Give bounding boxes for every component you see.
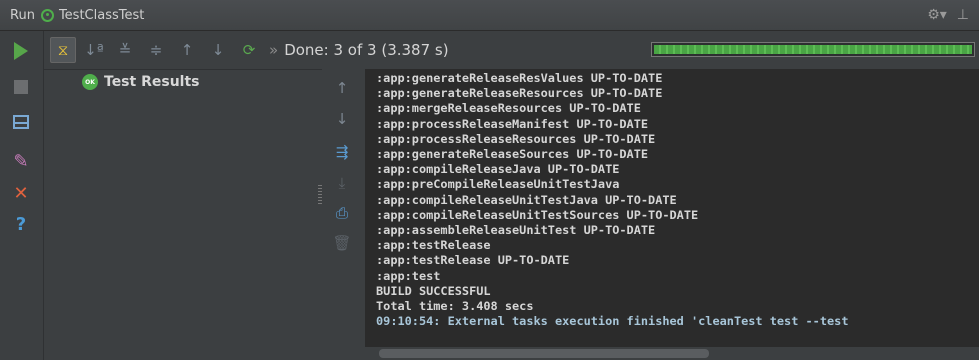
sort-alpha-button[interactable]: ↓ª xyxy=(81,37,107,63)
console-line: :app:generateReleaseResources UP-TO-DATE xyxy=(376,86,663,101)
next-failed-button[interactable]: ↓ xyxy=(205,37,231,63)
scroll-down-button[interactable]: ↓ xyxy=(332,109,352,129)
print-button[interactable]: ⎙ xyxy=(332,203,352,223)
console-line: :app:mergeReleaseResources UP-TO-DATE xyxy=(376,101,641,116)
soft-wrap-button[interactable]: ⇶ xyxy=(332,142,352,162)
refresh-icon: ⟳ xyxy=(242,41,256,59)
console-line: :app:processReleaseManifest UP-TO-DATE xyxy=(376,116,649,131)
show-passed-button[interactable]: ⧖ xyxy=(50,37,76,63)
run-config-name[interactable]: TestClassTest xyxy=(59,8,144,23)
test-config-icon xyxy=(40,8,54,22)
console-line: :app:testRelease xyxy=(376,238,491,253)
help-button[interactable]: ? xyxy=(10,213,32,235)
print-icon: ⎙ xyxy=(335,204,348,222)
arrow-down-icon: ↓ xyxy=(211,41,225,59)
soft-wrap-icon: ⇶ xyxy=(335,143,349,161)
close-button[interactable]: ✕ xyxy=(10,182,32,204)
hide-panel-icon[interactable]: ⊥ xyxy=(957,7,969,23)
horizontal-scrollbar[interactable] xyxy=(365,347,979,360)
sort-alpha-icon: ↓ª xyxy=(84,41,104,59)
arrow-up-icon: ↑ xyxy=(335,79,349,97)
console-line: :app:testRelease UP-TO-DATE xyxy=(376,253,570,268)
console-line: :app:generateReleaseSources UP-TO-DATE xyxy=(376,147,649,162)
test-status-text: Done: 3 of 3 (3.387 s) xyxy=(284,41,449,59)
console-line: :app:generateReleaseResValues UP-TO-DATE xyxy=(376,71,663,85)
trash-icon: 🗑 xyxy=(332,234,352,252)
close-icon: ✕ xyxy=(13,182,29,204)
arrow-up-icon: ↑ xyxy=(180,41,194,59)
console-line: :app:test xyxy=(376,268,441,283)
layout-button[interactable] xyxy=(10,111,32,133)
gear-icon[interactable]: ⚙▾ xyxy=(927,7,947,23)
tree-item-label: Test Results xyxy=(104,74,200,90)
console-line: :app:compileReleaseUnitTestJava UP-TO-DA… xyxy=(376,192,677,207)
run-window-titlebar: Run TestClassTest ⚙▾ ⊥ xyxy=(0,0,979,31)
pin-icon: ✎ xyxy=(13,150,29,172)
run-label: Run xyxy=(10,7,35,23)
collapse-all-icon: ≑ xyxy=(149,41,163,59)
rerun-failed-button[interactable]: ⟳ xyxy=(236,37,262,63)
pin-button[interactable]: ✎ xyxy=(10,150,32,172)
ok-icon: OK xyxy=(82,74,98,90)
console-line: :app:processReleaseResources UP-TO-DATE xyxy=(376,131,656,146)
layout-icon xyxy=(13,115,29,129)
prev-failed-button[interactable]: ↑ xyxy=(174,37,200,63)
expand-all-icon: ≚ xyxy=(118,41,132,59)
scroll-to-end-button[interactable]: ⤓ xyxy=(332,173,352,193)
console-toolbar: ↑ ↓ ⇶ ⤓ ⎙ 🗑 xyxy=(322,69,364,360)
scrollbar-thumb[interactable] xyxy=(379,349,709,358)
console-line: BUILD SUCCESSFUL xyxy=(376,283,491,298)
console-output[interactable]: :app:generateReleaseResValues UP-TO-DATE… xyxy=(365,69,979,347)
test-tree-panel: OK Test Results xyxy=(44,69,322,360)
scroll-up-button[interactable]: ↑ xyxy=(332,78,352,98)
stop-button[interactable] xyxy=(10,76,32,98)
rerun-button[interactable] xyxy=(10,40,32,62)
clear-all-button[interactable]: 🗑 xyxy=(332,233,352,253)
expand-all-button[interactable]: ≚ xyxy=(112,37,138,63)
console-line: :app:preCompileReleaseUnitTestJava xyxy=(376,177,620,192)
left-toolbar: ✎ ✕ ? xyxy=(0,31,44,360)
console-line: :app:compileReleaseJava UP-TO-DATE xyxy=(376,162,620,177)
console-line: :app:assembleReleaseUnitTest UP-TO-DATE xyxy=(376,223,656,238)
play-icon xyxy=(14,42,28,60)
progress-fill xyxy=(654,45,972,54)
test-toolbar: ⧖ ↓ª ≚ ≑ ↑ ↓ ⟳ » Done: 3 of 3 (3.387 s) xyxy=(44,31,979,69)
more-actions-chevron[interactable]: » xyxy=(269,41,278,59)
collapse-all-button[interactable]: ≑ xyxy=(143,37,169,63)
console-line: Total time: 3.408 secs xyxy=(376,299,534,314)
scroll-end-icon: ⤓ xyxy=(338,174,346,192)
help-icon: ? xyxy=(15,213,27,235)
console-line: :app:compileReleaseUnitTestSources UP-TO… xyxy=(376,207,699,222)
arrow-down-icon: ↓ xyxy=(335,110,349,128)
filter-passed-icon: ⧖ xyxy=(57,41,69,59)
stop-icon xyxy=(14,80,28,94)
test-progress-bar xyxy=(651,42,975,57)
tree-item-test-results[interactable]: OK Test Results xyxy=(82,74,199,90)
console-finish-line: 09:10:54: External tasks execution finis… xyxy=(376,314,849,329)
